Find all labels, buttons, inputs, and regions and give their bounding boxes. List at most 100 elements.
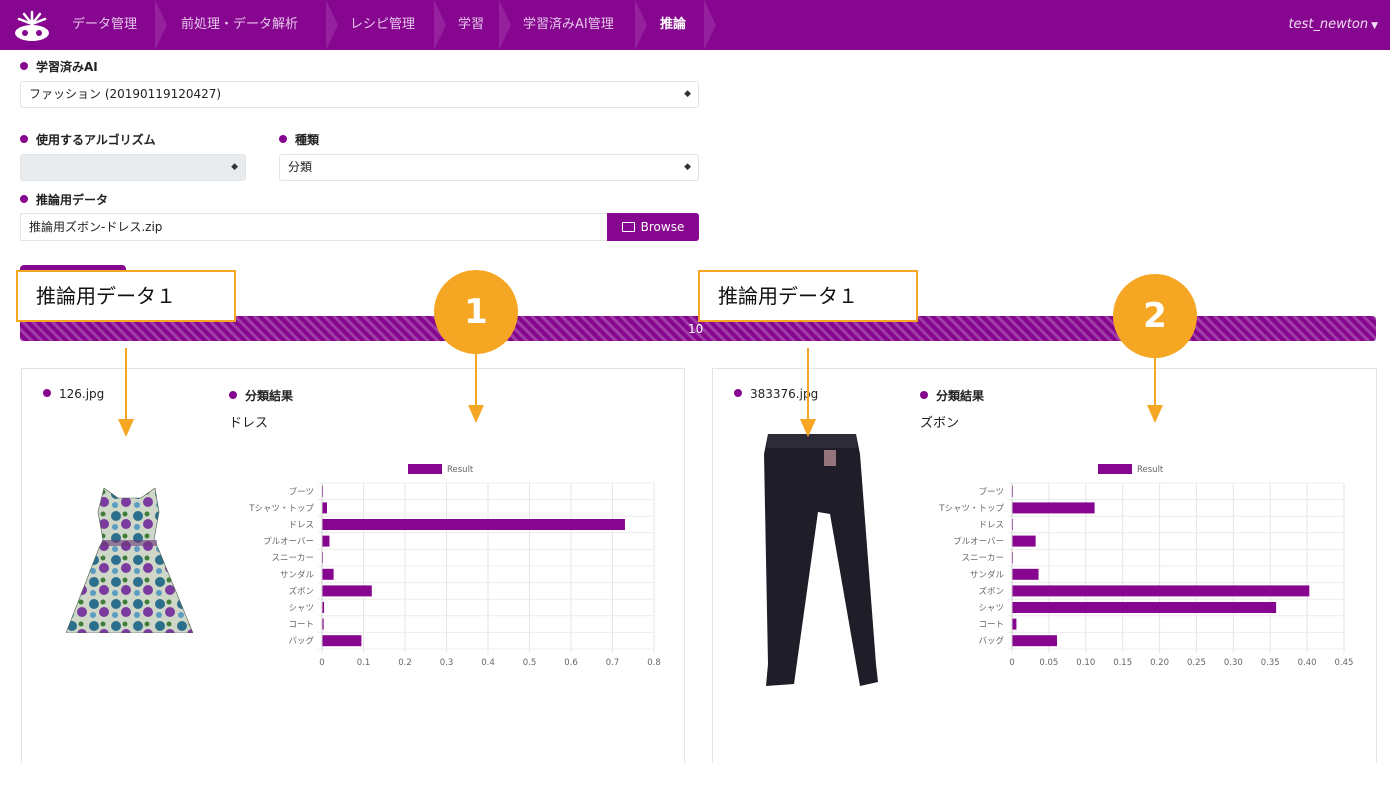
x-tick-label: 0.8 xyxy=(647,658,661,668)
trained-ai-label-text: 学習済みAI xyxy=(36,60,98,74)
bar xyxy=(322,502,327,514)
trained-ai-label: 学習済みAI xyxy=(20,58,98,75)
bar xyxy=(1012,568,1039,580)
trained-ai-value: ファッション (20190119120427) xyxy=(29,87,222,101)
select-arrows-icon: ◆ xyxy=(684,162,691,172)
arrow-down-icon xyxy=(1147,405,1163,423)
kind-select[interactable]: 分類 ◆ xyxy=(279,154,699,181)
app-logo-icon[interactable] xyxy=(14,8,50,42)
x-tick-label: 0.6 xyxy=(564,658,578,668)
progress-text: 10 xyxy=(688,322,704,336)
nav-data-management[interactable]: データ管理 xyxy=(72,0,137,50)
x-tick-label: 0 xyxy=(1009,658,1014,668)
category-label: スニーカー xyxy=(271,554,314,564)
folder-plus-icon xyxy=(621,222,635,232)
select-arrows-icon: ◆ xyxy=(684,89,691,99)
kind-label: 種類 xyxy=(279,131,319,148)
x-tick-label: 0.2 xyxy=(398,658,412,668)
bar xyxy=(322,635,362,647)
x-tick-label: 0.3 xyxy=(440,658,454,668)
kind-value: 分類 xyxy=(288,160,313,174)
bullet-icon xyxy=(920,391,928,399)
caret-down-icon: ▼ xyxy=(1371,21,1378,31)
result-chart-1: Result 0 0.1 0.2 0.3 0.4 0.5 0.6 0.7 0.8 ブーツ Tシャツ・ト… xyxy=(248,464,661,668)
category-label: シャツ xyxy=(978,604,1004,614)
category-label: ズボン xyxy=(978,586,1004,597)
x-tick-label: 0.4 xyxy=(481,658,495,668)
x-tick-label: 0.35 xyxy=(1261,658,1280,668)
result-file-name: 126.jpg xyxy=(43,387,104,401)
user-menu[interactable]: test_newton ▼ xyxy=(1288,0,1378,50)
bar xyxy=(1012,618,1017,630)
nav-recipe-management[interactable]: レシピ管理 xyxy=(350,0,415,50)
bar xyxy=(1012,535,1036,547)
inference-file-input[interactable]: 推論用ズボン-ドレス.zip xyxy=(20,213,608,241)
nav-separator xyxy=(326,0,338,50)
x-tick-label: 0.45 xyxy=(1335,658,1354,668)
bar xyxy=(1012,635,1058,647)
x-tick-label: 0.20 xyxy=(1150,658,1169,668)
result-file-name: 383376.jpg xyxy=(734,387,818,401)
classification-result-value: ドレス xyxy=(229,416,269,431)
nav-inference[interactable]: 推論 xyxy=(660,0,686,50)
category-label: コート xyxy=(978,620,1004,630)
bullet-icon xyxy=(20,135,28,143)
algorithm-label: 使用するアルゴリズム xyxy=(20,131,156,148)
bar xyxy=(322,568,334,580)
bar xyxy=(1012,502,1095,514)
nav-training[interactable]: 学習 xyxy=(458,0,484,50)
nav-separator xyxy=(499,0,511,50)
classification-result-label: 分類結果 xyxy=(920,387,984,404)
algorithm-select[interactable]: ◆ xyxy=(20,154,246,181)
category-label: Tシャツ・トップ xyxy=(938,504,1004,514)
trained-ai-select[interactable]: ファッション (20190119120427) ◆ xyxy=(20,81,699,108)
classification-result-label-text: 分類結果 xyxy=(245,389,294,403)
bullet-icon xyxy=(279,135,287,143)
x-tick-label: 0.5 xyxy=(523,658,537,668)
dress-photo xyxy=(66,488,193,633)
top-navbar: データ管理 前処理・データ解析 レシピ管理 学習 学習済みAI管理 推論 tes… xyxy=(0,0,1390,50)
arrow-down-icon xyxy=(468,405,484,423)
category-label: ブーツ xyxy=(979,486,1004,497)
bullet-icon xyxy=(20,62,28,70)
nav-preprocess-analysis[interactable]: 前処理・データ解析 xyxy=(181,0,298,50)
category-label: ドレス xyxy=(978,521,1004,531)
nav-separator xyxy=(434,0,446,50)
inference-data-label: 推論用データ xyxy=(20,191,108,208)
category-label: ドレス xyxy=(288,521,314,531)
bullet-icon xyxy=(43,389,51,397)
browse-button[interactable]: Browse xyxy=(607,213,699,241)
legend-label: Result xyxy=(1137,465,1164,475)
bullet-icon xyxy=(20,195,28,203)
nav-trained-ai-management[interactable]: 学習済みAI管理 xyxy=(523,0,614,50)
callout-badge-2: 2 xyxy=(1113,274,1197,358)
category-label: コート xyxy=(288,620,314,630)
category-label: バッグ xyxy=(288,636,314,647)
result-file-name-text: 126.jpg xyxy=(59,387,105,401)
arrow-down-icon xyxy=(800,419,816,437)
callout-label-1: 推論用データ１ xyxy=(16,270,236,322)
category-label: サンダル xyxy=(970,569,1005,580)
nav-separator xyxy=(155,0,167,50)
bullet-icon xyxy=(734,389,742,397)
user-name: test_newton xyxy=(1288,17,1369,32)
callout-line xyxy=(1154,358,1156,406)
bar xyxy=(1012,585,1310,597)
kind-label-text: 種類 xyxy=(295,133,320,147)
browse-label: Browse xyxy=(640,220,685,234)
callout-badge-1: 1 xyxy=(434,270,518,354)
x-tick-label: 0.25 xyxy=(1187,658,1206,668)
x-tick-label: 0 xyxy=(319,658,324,668)
algorithm-label-text: 使用するアルゴリズム xyxy=(36,133,156,147)
category-label: プルオーバー xyxy=(263,537,314,547)
bar xyxy=(322,535,330,547)
classification-result-label: 分類結果 xyxy=(229,387,293,404)
bullet-icon xyxy=(229,391,237,399)
select-arrows-icon: ◆ xyxy=(231,162,238,172)
category-label: サンダル xyxy=(280,569,315,580)
inference-file-name: 推論用ズボン-ドレス.zip xyxy=(29,220,163,234)
bar xyxy=(1012,602,1277,613)
inference-data-label-text: 推論用データ xyxy=(36,193,109,207)
result-chart-2: Result 0 0.05 0.10 0.15 0.20 0.25 0.30 0.35 0.40 0… xyxy=(938,464,1354,668)
arrow-down-icon xyxy=(118,419,134,437)
